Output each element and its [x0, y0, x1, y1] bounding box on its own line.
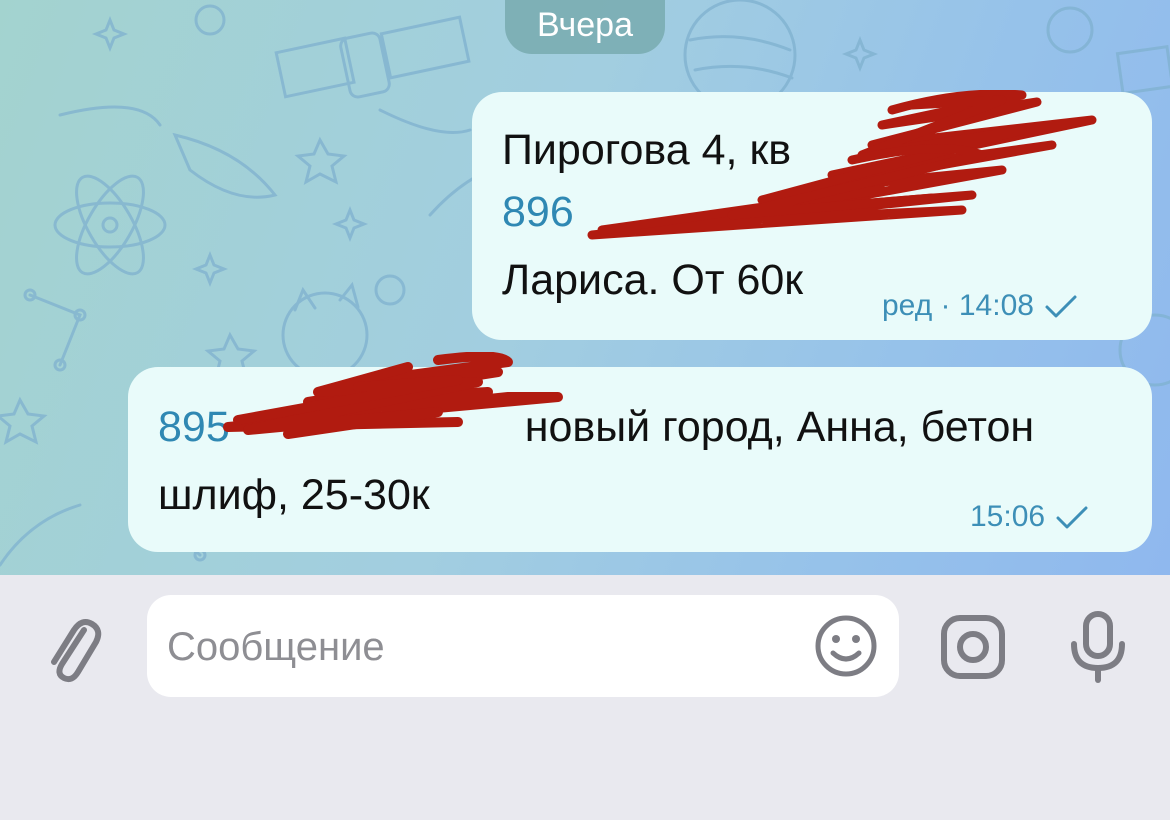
message-input-field[interactable]: [147, 595, 899, 697]
redaction-scribble: [587, 90, 1097, 240]
sent-check-icon: [1045, 295, 1077, 318]
message-timestamp: 15:06: [970, 500, 1046, 533]
sent-check-icon: [1056, 506, 1088, 529]
outgoing-message-bubble[interactable]: Пирогова 4, кв 896 Лариса. От 60к ред · …: [472, 90, 1152, 340]
message-meta: ред · 14:08: [882, 288, 1078, 324]
message-text-line: шлиф, 25-30к: [158, 471, 430, 519]
message-text: новый город, Анна, бетон: [524, 403, 1035, 451]
redaction-scribble: [223, 352, 563, 439]
message-timestamp: ред · 14:08: [882, 289, 1034, 322]
chat-background: Вчера Пирогова 4, кв 896 Лариса. От 60к …: [0, 0, 1170, 575]
voice-message-button[interactable]: [1066, 608, 1130, 691]
outgoing-message-bubble[interactable]: 895 новый город, Анна, бетон шлиф, 25-30к…: [128, 352, 1152, 552]
camera-icon: [941, 615, 1005, 679]
emoji-icon[interactable]: [813, 613, 879, 679]
message-meta: 15:06: [970, 499, 1089, 535]
camera-button[interactable]: [938, 612, 1008, 687]
message-input[interactable]: [165, 613, 809, 681]
message-text-line: Лариса. От 60к: [502, 256, 804, 304]
microphone-icon: [1071, 611, 1125, 683]
phone-link[interactable]: 896: [502, 186, 574, 238]
paperclip-icon: [51, 619, 102, 683]
date-separator: Вчера: [505, 0, 665, 54]
attach-button[interactable]: [40, 612, 104, 689]
